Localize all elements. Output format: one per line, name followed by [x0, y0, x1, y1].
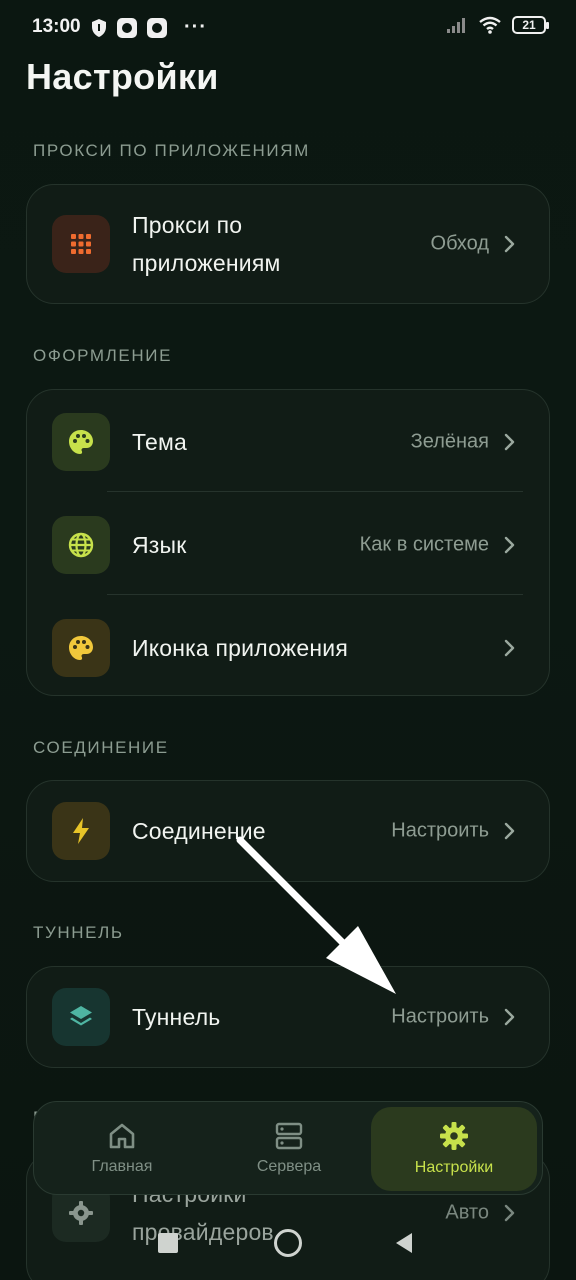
theme-row[interactable]: Тема Зелёная [27, 390, 549, 493]
per-app-proxy-row[interactable]: Прокси по приложениям Обход [27, 185, 549, 302]
chevron-right-icon [504, 639, 515, 656]
page-title: Настройки [26, 56, 219, 97]
app-icon-title: Иконка приложения [132, 634, 348, 661]
chevron-right-icon [504, 822, 515, 839]
theme-value: Зелёная [410, 430, 489, 452]
more-notifications-icon: ··· [184, 16, 207, 38]
app-notification-icon [147, 17, 167, 38]
per-app-proxy-value: Обход [430, 232, 489, 254]
chevron-right-icon [504, 235, 515, 252]
nav-label-settings: Настройки [414, 1159, 494, 1176]
lightning-icon [52, 801, 110, 860]
signal-icon [447, 18, 465, 33]
layers-icon [52, 987, 110, 1046]
divider [107, 594, 523, 595]
appearance-card: Тема Зелёная Язык Как в системе Иконка п… [26, 389, 550, 696]
home-icon [109, 1123, 135, 1149]
recents-button[interactable] [158, 1233, 178, 1253]
language-value: Как в системе [359, 533, 489, 555]
chevron-right-icon [504, 536, 515, 553]
section-label-connection: СОЕДИНЕНИЕ [33, 738, 169, 757]
tunnel-value: Настроить [391, 1005, 489, 1027]
battery-icon: 21 [512, 16, 549, 34]
palette-icon [52, 618, 110, 677]
connection-row[interactable]: Соединение Настроить [27, 781, 549, 880]
system-navigation [0, 1215, 576, 1270]
nav-item-servers[interactable]: Сервера [204, 1102, 374, 1196]
section-label-tunnel: ТУННЕЛЬ [33, 923, 124, 942]
section-label-per-app-proxy: ПРОКСИ ПО ПРИЛОЖЕНИЯМ [33, 141, 310, 160]
chevron-right-icon [504, 433, 515, 450]
chevron-right-icon [504, 1008, 515, 1025]
connection-title: Соединение [132, 817, 266, 844]
per-app-proxy-card: Прокси по приложениям Обход [26, 184, 550, 304]
battery-level: 21 [522, 18, 536, 32]
language-row[interactable]: Язык Как в системе [27, 493, 549, 596]
palette-icon [52, 412, 110, 471]
notification-icons: ··· [90, 16, 207, 39]
status-time: 13:00 [32, 16, 81, 37]
theme-title: Тема [132, 428, 187, 455]
servers-icon [275, 1122, 303, 1150]
divider [107, 491, 523, 492]
home-button[interactable] [274, 1229, 302, 1257]
tunnel-title: Туннель [132, 1003, 221, 1030]
back-button[interactable] [394, 1232, 414, 1254]
status-bar: 13:00 ··· 21 [0, 0, 576, 56]
section-label-appearance: ОФОРМЛЕНИЕ [33, 346, 173, 365]
globe-icon [52, 515, 110, 574]
nav-label-servers: Сервера [256, 1158, 322, 1175]
gear-icon [440, 1122, 468, 1150]
wifi-icon [479, 16, 501, 34]
shield-icon [92, 18, 106, 37]
tunnel-row[interactable]: Туннель Настроить [27, 967, 549, 1066]
grid-icon [52, 214, 110, 273]
nav-label-home: Главная [91, 1158, 153, 1175]
bottom-nav: Главная Сервера Настройки [33, 1101, 543, 1195]
app-icon-row[interactable]: Иконка приложения [27, 596, 549, 699]
connection-value: Настроить [391, 819, 489, 841]
per-app-proxy-title: Прокси по приложениям [132, 211, 281, 276]
system-status-icons: 21 [446, 16, 549, 34]
tunnel-card: Туннель Настроить [26, 966, 550, 1068]
nav-item-settings[interactable]: Настройки [371, 1107, 537, 1191]
language-title: Язык [132, 531, 187, 558]
app-notification-icon [117, 17, 137, 38]
connection-card: Соединение Настроить [26, 780, 550, 882]
nav-item-home[interactable]: Главная [37, 1102, 207, 1196]
